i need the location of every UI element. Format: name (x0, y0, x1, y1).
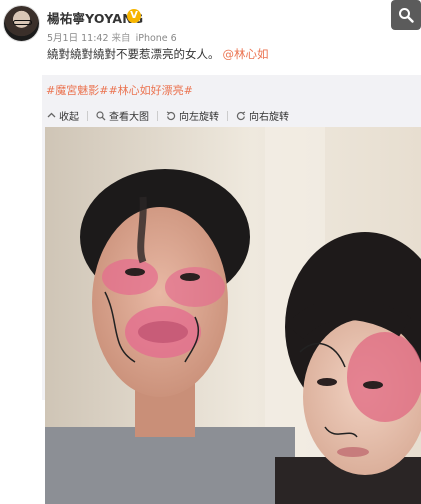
weibo-post: 楊祐寧YOYANG V 5月1日 11:42 来自 iPhone 6 繞對繞對繞… (0, 0, 421, 504)
collapse-button[interactable]: 收起 (46, 108, 79, 123)
rotate-right-button[interactable]: 向右旋转 (236, 108, 289, 123)
post-meta: 5月1日 11:42 来自 iPhone 6 (47, 30, 177, 44)
rotate-left-icon (166, 111, 176, 121)
post-photo[interactable] (45, 127, 421, 504)
rotate-left-button[interactable]: 向左旋转 (166, 108, 219, 123)
image-toolbar: 收起 查看大图 向左旋转 向右旋转 (46, 108, 297, 123)
collapse-label: 收起 (59, 112, 79, 123)
verified-badge-icon: V (127, 9, 141, 23)
topic-link[interactable]: #魔宮魅影# (46, 84, 108, 97)
collapse-icon (46, 111, 56, 121)
view-large-label: 查看大图 (109, 112, 149, 123)
toolbar-divider (87, 110, 88, 121)
avatar-glasses (13, 20, 32, 25)
rotate-right-label: 向右旋转 (249, 112, 289, 123)
search-icon (399, 8, 414, 23)
zoom-icon (96, 110, 106, 121)
toolbar-divider (157, 110, 158, 121)
post-body: 繞對繞對繞對不要惹漂亮的女人。 (47, 47, 220, 61)
from-label: 来自 (111, 33, 131, 44)
rotate-right-icon (236, 111, 246, 121)
post-device[interactable]: iPhone 6 (136, 33, 177, 44)
view-large-button[interactable]: 查看大图 (96, 108, 149, 123)
search-button[interactable] (391, 0, 421, 30)
rotate-left-label: 向左旋转 (179, 112, 219, 123)
post-text: 繞對繞對繞對不要惹漂亮的女人。 @林心如 (47, 46, 269, 62)
selfie-photo-illustration (45, 127, 421, 504)
mention-link[interactable]: @林心如 (223, 47, 269, 61)
topic-link[interactable]: #林心如好漂亮# (108, 84, 192, 97)
post-date[interactable]: 5月1日 11:42 (47, 33, 109, 44)
topic-list: #魔宮魅影##林心如好漂亮# (46, 82, 193, 98)
user-avatar[interactable] (3, 5, 40, 42)
toolbar-divider (227, 110, 228, 121)
